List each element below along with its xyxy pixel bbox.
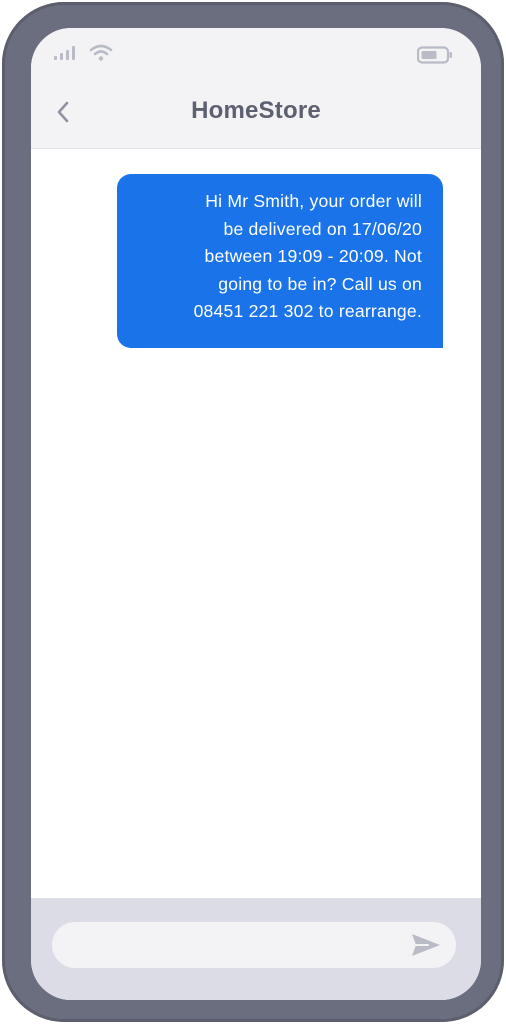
battery-icon	[417, 46, 452, 64]
message-thread: Hi Mr Smith, your order will be delivere…	[31, 149, 481, 899]
message-input-container	[52, 922, 456, 968]
message-line: Hi Mr Smith, your order will	[205, 191, 422, 211]
send-button[interactable]	[410, 932, 442, 958]
message-line: between 19:09 - 20:09. Not	[204, 246, 422, 266]
cell-signal-icon	[54, 46, 75, 60]
wifi-icon	[89, 44, 113, 61]
send-icon	[412, 934, 440, 956]
message-input[interactable]	[72, 922, 392, 968]
message-line: going to be in? Call us on	[218, 273, 422, 294]
header-bar: HomeStore	[31, 28, 481, 149]
message-bubble: Hi Mr Smith, your order will be delivere…	[117, 174, 443, 348]
status-icons	[54, 44, 113, 62]
message-line: be delivered on 17/06/20	[223, 218, 422, 239]
phone-frame: HomeStore Hi Mr Smith, your order will b…	[2, 2, 504, 1022]
phone-screen: HomeStore Hi Mr Smith, your order will b…	[31, 28, 481, 1000]
composer-bar	[31, 898, 481, 1000]
conversation-title: HomeStore	[191, 97, 321, 124]
message-line: 08451 221 302 to rearrange.	[193, 301, 422, 321]
